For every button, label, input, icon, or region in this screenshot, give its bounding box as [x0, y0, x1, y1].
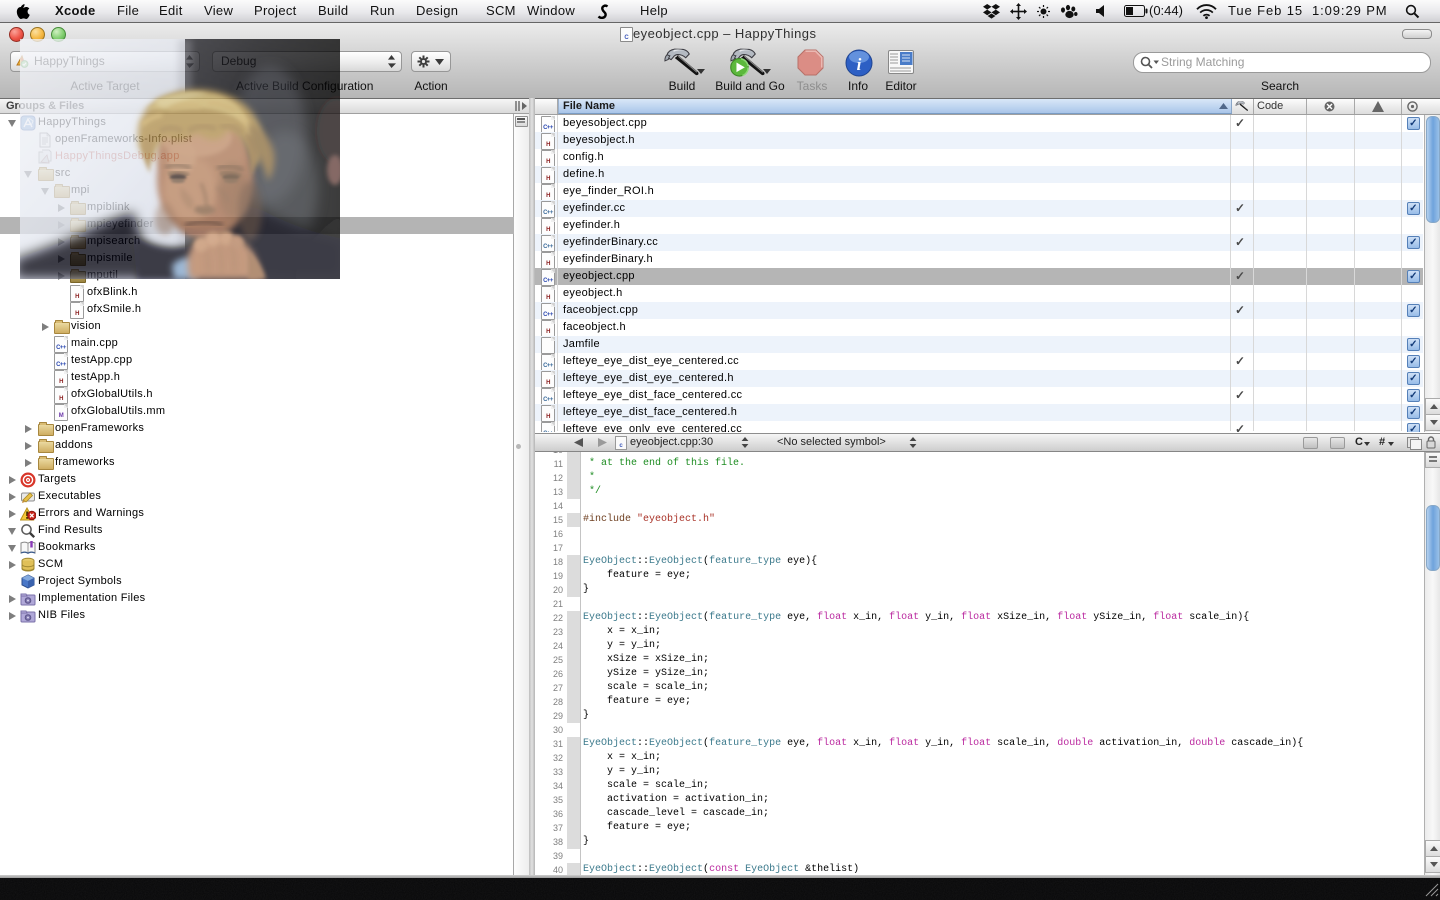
svg-text:i: i: [857, 55, 862, 74]
